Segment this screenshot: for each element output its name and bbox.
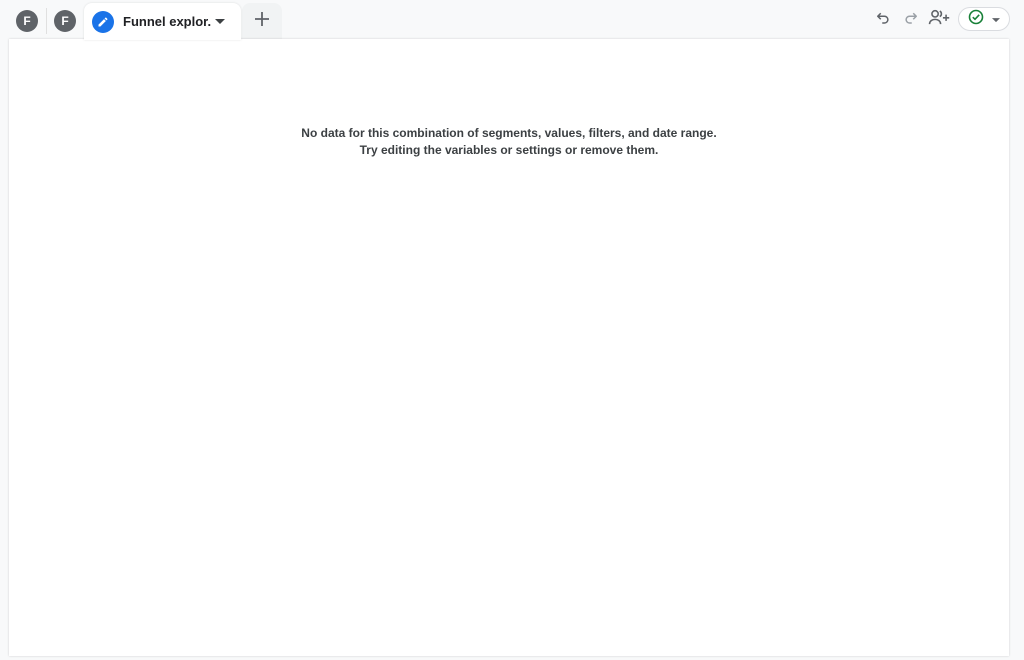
toolbar (869, 6, 1024, 32)
chevron-down-icon[interactable] (215, 18, 225, 25)
redo-button[interactable] (897, 6, 925, 32)
plus-icon (254, 11, 270, 32)
exploration-canvas: No data for this combination of segments… (9, 39, 1009, 656)
undo-button[interactable] (869, 6, 897, 32)
status-menu-button[interactable] (958, 7, 1010, 31)
avatar-letter: F (61, 14, 69, 28)
tab-avatar-2[interactable]: F (54, 10, 76, 32)
check-circle-icon (968, 9, 984, 30)
tab-bar: F F Funnel explor... (0, 0, 1024, 40)
redo-icon (902, 8, 920, 31)
share-button[interactable] (925, 6, 953, 32)
share-users-icon (928, 8, 950, 31)
add-tab-button[interactable] (242, 3, 282, 39)
avatar-letter: F (23, 14, 31, 28)
tab-label: Funnel explor... (123, 14, 211, 29)
empty-state-line-2: Try editing the variables or settings or… (359, 143, 659, 157)
tab-funnel-exploration[interactable]: Funnel explor... (84, 3, 241, 40)
empty-state-line-1: No data for this combination of segments… (301, 126, 717, 140)
chevron-down-icon (992, 10, 1001, 28)
undo-icon (874, 8, 892, 31)
pencil-icon (92, 10, 114, 33)
empty-state-message: No data for this combination of segments… (9, 125, 1009, 159)
tab-divider (46, 8, 47, 34)
tab-avatar-1[interactable]: F (16, 10, 38, 32)
